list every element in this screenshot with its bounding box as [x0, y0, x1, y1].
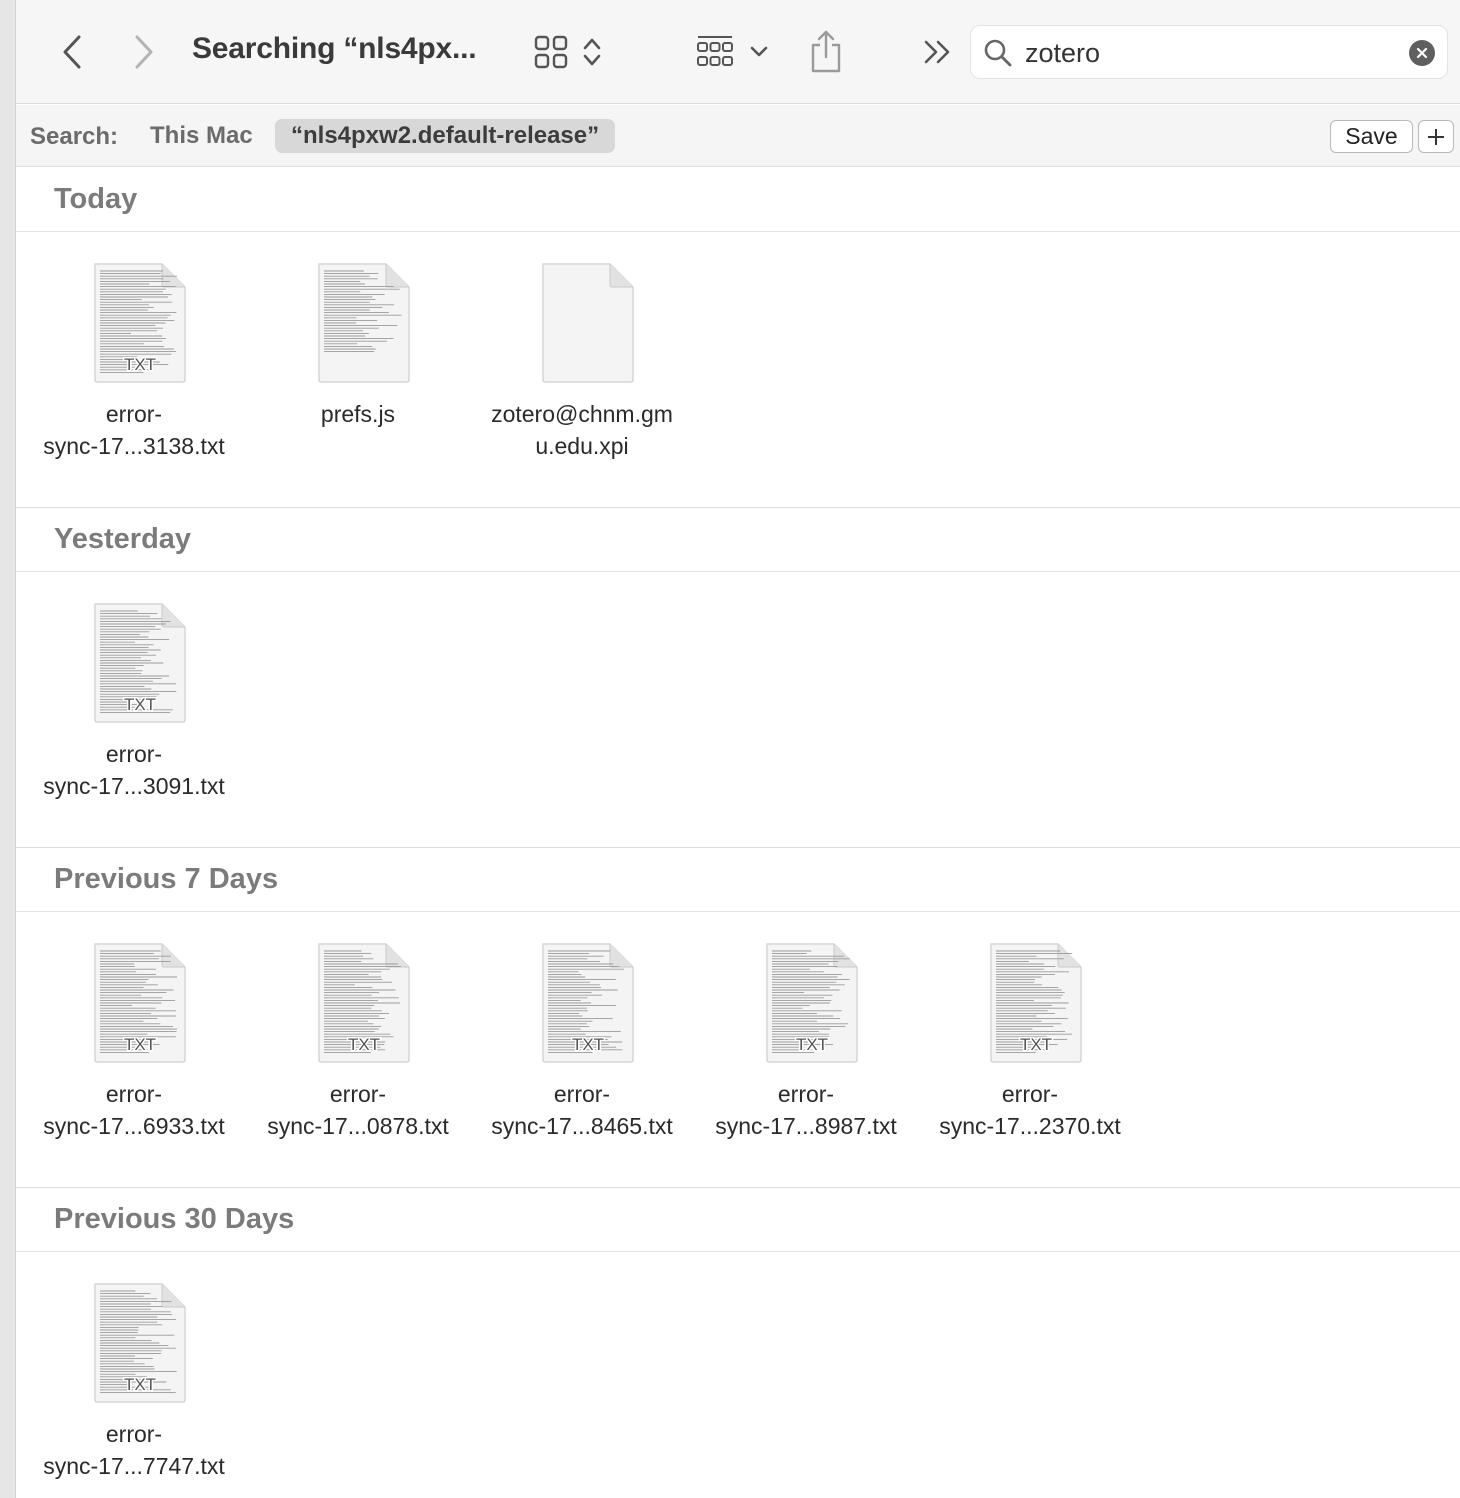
file-name-line-1: error-	[1001, 1081, 1059, 1107]
file-name-line-1: error-	[777, 1081, 835, 1107]
more-toolbar-items-button[interactable]	[918, 32, 958, 72]
group-grid-icon	[697, 36, 733, 66]
file-grid: TXT error-sync-17...6933.txt TXT error-sync…	[16, 912, 1460, 1188]
file-name-line-2: sync-17...8987.txt	[715, 1113, 897, 1139]
file-name-line-1: error-	[105, 1421, 163, 1447]
file-name: error-sync-17...6933.txt	[22, 1078, 246, 1142]
back-button[interactable]	[54, 30, 90, 74]
search-icon	[984, 39, 1012, 67]
finder-window: Searching “nls4px... zotero Search: This…	[16, 0, 1460, 1498]
file-name-line-1: prefs.js	[320, 401, 396, 427]
file-name-line-1: error-	[105, 401, 163, 427]
file-name-line-1: error-	[105, 1081, 163, 1107]
file-name-line-2: sync-17...3091.txt	[43, 773, 225, 799]
file-name-line-1: error-	[329, 1081, 387, 1107]
section-title: Today	[54, 183, 138, 215]
up-down-chevron-icon	[583, 38, 601, 66]
file-name-line-2: sync-17...0878.txt	[267, 1113, 449, 1139]
search-input[interactable]	[1025, 36, 1395, 70]
window-title: Searching “nls4px...	[192, 32, 477, 65]
section-header: Previous 7 Days	[16, 848, 1460, 912]
section-previous-30-days: Previous 30 Days TXT error-sync-17...7747.…	[16, 1188, 1460, 1498]
save-search-button[interactable]: Save	[1330, 120, 1413, 153]
file-name: zotero@chnm.gm u.edu.xpi	[470, 398, 694, 462]
scope-folder-token[interactable]: “nls4pxw2.default-release”	[275, 119, 616, 153]
plus-icon	[1428, 128, 1444, 145]
svg-text:TXT: TXT	[796, 1035, 828, 1054]
blank-document-icon[interactable]	[540, 262, 636, 384]
file-name: error-sync-17...8465.txt	[470, 1078, 694, 1142]
file-name-line-1: zotero@chnm.gm	[491, 401, 673, 427]
file-name-line-2: sync-17...6933.txt	[43, 1113, 225, 1139]
text-document-icon[interactable]: TXT	[988, 942, 1084, 1064]
file-name-line-1: error-	[553, 1081, 611, 1107]
file-name-line-2: sync-17...8465.txt	[491, 1113, 673, 1139]
file-name: error-sync-17...7747.txt	[22, 1418, 246, 1482]
chevron-down-icon	[750, 46, 768, 57]
section-title: Previous 7 Days	[54, 863, 279, 895]
svg-text:TXT: TXT	[1020, 1035, 1052, 1054]
script-document-icon[interactable]	[316, 262, 412, 384]
svg-text:TXT: TXT	[572, 1035, 604, 1054]
text-document-icon[interactable]: TXT	[92, 262, 188, 384]
svg-text:TXT: TXT	[124, 355, 156, 374]
section-header: Today	[16, 168, 1460, 232]
search-scope-label: Search:	[30, 123, 119, 150]
file-grid: TXT error-sync-17...3138.txt prefs.js zoter…	[16, 232, 1460, 508]
text-document-icon[interactable]: TXT	[92, 942, 188, 1064]
file-name: error-sync-17...3091.txt	[22, 738, 246, 802]
section-header: Previous 30 Days	[16, 1188, 1460, 1252]
section-previous-7-days: Previous 7 Days TXT error-sync-17...6933.t…	[16, 848, 1460, 1188]
text-document-icon[interactable]: TXT	[92, 602, 188, 724]
text-document-icon[interactable]: TXT	[764, 942, 860, 1064]
clear-search-button[interactable]	[1409, 40, 1435, 66]
file-name: prefs.js	[246, 398, 470, 430]
search-scope-bar: Search: This Mac “nls4pxw2.default-relea…	[16, 105, 1460, 167]
search-field[interactable]	[970, 25, 1448, 79]
scope-this-mac[interactable]: This Mac	[150, 122, 253, 150]
double-chevron-right-icon	[924, 40, 950, 64]
file-name: error-sync-17...2370.txt	[918, 1078, 1142, 1142]
sidebar-edge	[0, 0, 16, 1498]
chevron-left-icon	[63, 35, 81, 69]
file-name-line-2: sync-17...7747.txt	[43, 1453, 225, 1479]
file-name: error-sync-17...3138.txt	[22, 398, 246, 462]
group-by-button[interactable]	[692, 30, 772, 74]
text-document-icon[interactable]: TXT	[316, 942, 412, 1064]
file-grid: TXT error-sync-17...3091.txt	[16, 572, 1460, 848]
svg-text:TXT: TXT	[124, 1375, 156, 1394]
toolbar: Searching “nls4px...	[16, 0, 1460, 104]
icon-grid-icon	[534, 35, 568, 69]
file-name-line-1: error-	[105, 741, 163, 767]
file-name: error-sync-17...8987.txt	[694, 1078, 918, 1142]
close-icon	[1416, 47, 1428, 59]
text-document-icon[interactable]: TXT	[92, 1282, 188, 1404]
section-title: Previous 30 Days	[54, 1203, 295, 1235]
file-name-line-2: sync-17...2370.txt	[939, 1113, 1121, 1139]
add-criteria-button[interactable]	[1418, 120, 1454, 153]
file-name: error-sync-17...0878.txt	[246, 1078, 470, 1142]
svg-text:TXT: TXT	[124, 1035, 156, 1054]
text-document-icon[interactable]: TXT	[540, 942, 636, 1064]
share-button[interactable]	[804, 26, 848, 76]
chevron-right-icon	[135, 35, 153, 69]
section-title: Yesterday	[54, 523, 192, 555]
view-mode-button[interactable]	[528, 30, 608, 74]
share-icon	[811, 30, 841, 73]
file-name-line-2: sync-17...3138.txt	[43, 433, 225, 459]
forward-button[interactable]	[126, 30, 162, 74]
svg-text:TXT: TXT	[348, 1035, 380, 1054]
section-yesterday: Yesterday TXT error-sync-17...3091.txt	[16, 508, 1460, 848]
section-header: Yesterday	[16, 508, 1460, 572]
section-today: Today TXT error-sync-17...3138.txt prefs.js…	[16, 168, 1460, 508]
file-grid: TXT error-sync-17...7747.txt	[16, 1252, 1460, 1498]
file-name-line-2: u.edu.xpi	[535, 433, 629, 459]
svg-text:TXT: TXT	[124, 695, 156, 714]
